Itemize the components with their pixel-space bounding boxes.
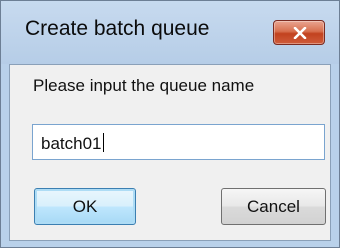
queue-name-input[interactable]: batch01 bbox=[32, 124, 325, 160]
queue-name-value: batch01 bbox=[41, 134, 102, 153]
close-button[interactable] bbox=[273, 20, 325, 45]
text-caret bbox=[102, 133, 104, 152]
close-icon bbox=[293, 27, 307, 39]
cancel-button[interactable]: Cancel bbox=[221, 188, 326, 225]
dialog-body: Please input the queue name batch01 OK C… bbox=[9, 64, 331, 241]
dialog-title: Create batch queue bbox=[25, 17, 210, 40]
prompt-label: Please input the queue name bbox=[33, 76, 255, 95]
title-bar[interactable]: Create batch queue bbox=[1, 1, 339, 64]
create-batch-queue-dialog: Create batch queue Please input the queu… bbox=[0, 0, 340, 248]
ok-button[interactable]: OK bbox=[34, 188, 136, 225]
